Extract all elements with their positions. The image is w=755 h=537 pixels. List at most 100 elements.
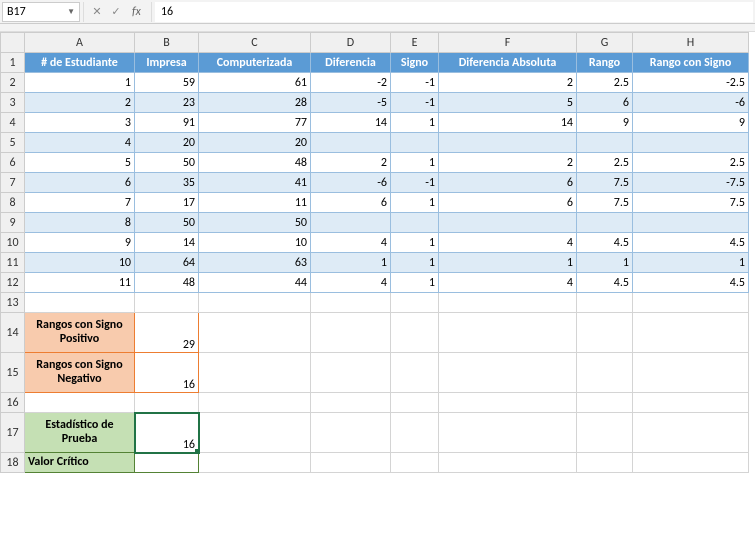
cell[interactable] [311,353,391,393]
cell[interactable] [199,353,311,393]
cell[interactable] [391,393,439,413]
cell[interactable]: 6 [311,193,391,213]
cell[interactable] [439,393,577,413]
cell[interactable]: 8 [25,213,135,233]
cell[interactable] [439,353,577,393]
cell[interactable] [439,213,577,233]
cell[interactable]: 2.5 [577,153,633,173]
cell[interactable]: 1 [439,253,577,273]
cell[interactable]: -6 [633,93,749,113]
rangos-pos-label[interactable]: Rangos con Signo Positivo [25,313,135,353]
cell[interactable]: -5 [311,93,391,113]
cell[interactable] [633,393,749,413]
cell[interactable]: 48 [199,153,311,173]
cell[interactable] [577,213,633,233]
row-header-11[interactable]: 11 [1,253,25,273]
cell[interactable] [439,413,577,453]
cell[interactable]: 44 [199,273,311,293]
cell[interactable] [633,413,749,453]
cell[interactable]: 4.5 [633,233,749,253]
cell[interactable]: 1 [391,153,439,173]
row-header-6[interactable]: 6 [1,153,25,173]
cell[interactable] [439,453,577,473]
cell[interactable]: 4.5 [577,273,633,293]
col-header-F[interactable]: F [439,33,577,53]
cell[interactable] [391,133,439,153]
cell[interactable] [577,413,633,453]
valor-critico-label[interactable]: Valor Crítico [25,453,135,473]
cell[interactable] [577,313,633,353]
cell[interactable]: 6 [25,173,135,193]
cell[interactable]: 4 [25,133,135,153]
cell[interactable]: 63 [199,253,311,273]
cell[interactable]: 77 [199,113,311,133]
cell[interactable] [311,133,391,153]
cell[interactable]: 1 [311,253,391,273]
cell[interactable] [25,293,135,313]
cell[interactable] [633,313,749,353]
col-header-G[interactable]: G [577,33,633,53]
cell[interactable]: 7.5 [577,193,633,213]
row-header-8[interactable]: 8 [1,193,25,213]
cell[interactable]: 2 [311,153,391,173]
row-header-1[interactable]: 1 [1,53,25,73]
cell[interactable]: 28 [199,93,311,113]
cell[interactable] [391,353,439,393]
cell[interactable]: 64 [135,253,199,273]
cell[interactable]: 50 [199,213,311,233]
cell[interactable]: 14 [135,233,199,253]
cell[interactable] [439,133,577,153]
cell[interactable] [391,453,439,473]
cell[interactable]: 2 [439,73,577,93]
cell[interactable] [199,293,311,313]
cell[interactable]: -1 [391,93,439,113]
cell[interactable] [633,133,749,153]
cell[interactable]: 91 [135,113,199,133]
cell[interactable]: 50 [135,153,199,173]
cell[interactable] [311,293,391,313]
rangos-neg-label[interactable]: Rangos con Signo Negativo [25,353,135,393]
enter-icon[interactable]: ✓ [107,3,125,21]
cell[interactable]: 3 [25,113,135,133]
cell[interactable] [199,313,311,353]
cell[interactable]: 1 [391,273,439,293]
cell[interactable]: 1 [633,253,749,273]
cell[interactable] [577,453,633,473]
cell[interactable]: 48 [135,273,199,293]
row-header-14[interactable]: 14 [1,313,25,353]
col-header-E[interactable]: E [391,33,439,53]
cell[interactable]: -6 [311,173,391,193]
select-all-corner[interactable] [1,33,25,53]
cell[interactable] [391,413,439,453]
cell[interactable]: 50 [135,213,199,233]
cell[interactable] [577,353,633,393]
cell[interactable]: -2 [311,73,391,93]
cell[interactable] [439,293,577,313]
cell[interactable]: -2.5 [633,73,749,93]
cell[interactable]: 20 [135,133,199,153]
row-header-17[interactable]: 17 [1,413,25,453]
cell[interactable]: -7.5 [633,173,749,193]
cell[interactable] [135,293,199,313]
row-header-4[interactable]: 4 [1,113,25,133]
row-header-10[interactable]: 10 [1,233,25,253]
spreadsheet-grid[interactable]: A B C D E F G H 1 # de Estudiante Impres… [0,32,755,473]
row-header-16[interactable]: 16 [1,393,25,413]
cell[interactable]: 20 [199,133,311,153]
col-header-A[interactable]: A [25,33,135,53]
cell[interactable]: 10 [199,233,311,253]
cell[interactable] [391,313,439,353]
row-header-2[interactable]: 2 [1,73,25,93]
row-header-12[interactable]: 12 [1,273,25,293]
cell[interactable]: 2 [25,93,135,113]
col-header-H[interactable]: H [633,33,749,53]
cell[interactable]: 4 [311,233,391,253]
cell[interactable]: 7.5 [633,193,749,213]
cell[interactable]: 41 [199,173,311,193]
cell[interactable]: 4 [439,273,577,293]
cell[interactable] [311,393,391,413]
cell[interactable]: 14 [439,113,577,133]
cell[interactable]: 5 [25,153,135,173]
fx-icon[interactable]: fx [126,5,147,19]
cell[interactable]: 5 [439,93,577,113]
